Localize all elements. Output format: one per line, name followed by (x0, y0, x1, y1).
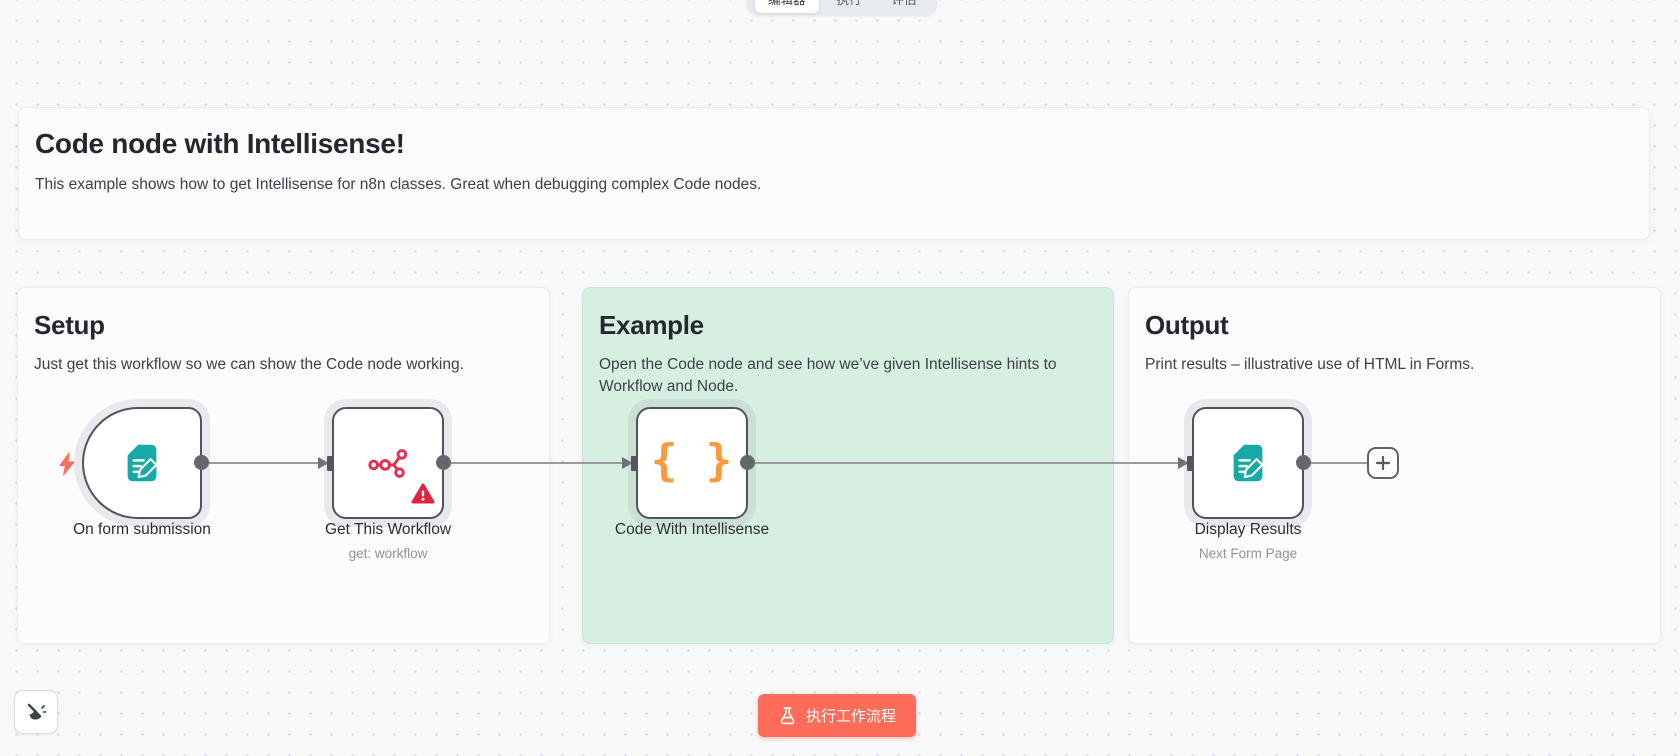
execute-workflow-label: 执行工作流程 (806, 705, 896, 726)
sticky-header-description: This example shows how to get Intellisen… (35, 174, 1535, 196)
output-port-code[interactable] (740, 455, 755, 470)
node-subtitle-get-this-workflow: get: workflow (288, 546, 488, 561)
tab-executions[interactable]: 执行 (824, 0, 875, 13)
setup-description: Just get this workflow so we can show th… (34, 354, 533, 376)
setup-title: Setup (34, 310, 533, 341)
input-port-getworkflow (327, 456, 333, 471)
node-display-results[interactable] (1192, 407, 1304, 519)
tidy-up-button[interactable] (14, 690, 58, 734)
tab-editor[interactable]: 编辑器 (754, 0, 820, 14)
output-port-trigger[interactable] (194, 455, 209, 470)
code-braces-icon: { } (651, 435, 733, 486)
tidy-up-broom-icon (25, 701, 47, 723)
sticky-header-title: Code node with Intellisense! (35, 128, 1633, 160)
node-subtitle-display-results: Next Form Page (1148, 546, 1348, 561)
connection-display-to-add (1305, 462, 1367, 464)
node-label-code-with-intellisense: Code With Intellisense (572, 521, 812, 539)
output-port-getworkflow[interactable] (436, 455, 451, 470)
output-title: Output (1145, 310, 1644, 341)
connection-code-to-display (749, 462, 1178, 464)
input-port-code (631, 456, 637, 471)
view-tabbar: 编辑器 执行 评估 (747, 0, 937, 15)
node-code-with-intellisense[interactable]: { } (636, 407, 748, 519)
form-icon (1225, 440, 1271, 486)
example-description: Open the Code node and see how we’ve giv… (599, 354, 1097, 397)
form-icon (119, 440, 165, 486)
connection-trigger-to-getworkflow (205, 462, 319, 464)
add-node-button[interactable] (1367, 447, 1399, 479)
node-label-get-this-workflow: Get This Workflow (288, 521, 488, 539)
node-get-this-workflow[interactable] (332, 407, 444, 519)
execute-workflow-button[interactable]: 执行工作流程 (758, 694, 916, 737)
plus-icon (1375, 455, 1391, 471)
n8n-node-icon (365, 440, 411, 486)
node-on-form-submission[interactable] (82, 407, 202, 519)
output-port-display[interactable] (1296, 455, 1311, 470)
sticky-note-header[interactable]: Code node with Intellisense! This exampl… (18, 107, 1650, 240)
trigger-bolt-icon (56, 452, 78, 481)
node-label-on-form-submission: On form submission (42, 521, 242, 539)
example-title: Example (599, 310, 1097, 341)
flask-icon (778, 706, 797, 726)
connection-getworkflow-to-code (449, 462, 623, 464)
output-description: Print results – illustrative use of HTML… (1145, 354, 1644, 376)
warning-icon (411, 483, 435, 510)
input-port-display (1187, 456, 1193, 471)
tab-evaluations[interactable]: 评估 (879, 0, 930, 13)
node-label-display-results: Display Results (1148, 521, 1348, 539)
